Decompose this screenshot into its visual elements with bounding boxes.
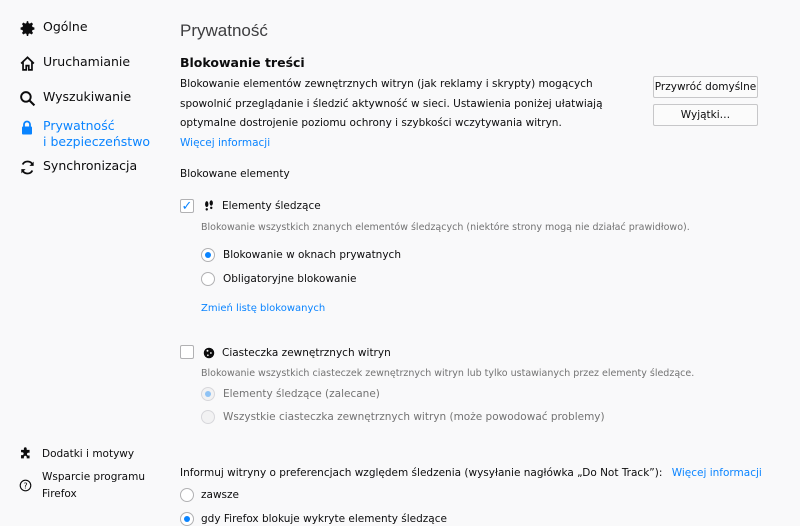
cookie-icon [202,346,216,360]
dnt-label: Informuj witryny o preferencjach względe… [180,467,663,479]
change-blocklist-link[interactable]: Zmień listę blokowanych [201,303,325,314]
sidebar-item-home[interactable]: Uruchamianie [18,54,130,72]
lock-icon [18,118,36,136]
check-icon: ✓ [181,198,193,214]
cookies-row: Ciasteczka zewnętrznych witryn [202,346,391,360]
search-icon [18,89,36,107]
sidebar-item-label: Wyszukiwanie [43,89,132,104]
radio-dnt-when-blocking[interactable] [180,512,194,526]
sidebar-item-label: Dodatki i motywy [42,448,135,460]
trackers-checkbox[interactable]: ✓ [180,199,194,213]
radio-cookies-trackers[interactable] [201,387,215,401]
page-title: Prywatność [180,21,268,40]
cookies-label: Ciasteczka zewnętrznych witryn [222,347,391,359]
radio-cookies-all-label: Wszystkie ciasteczka zewnętrznych witryn… [223,411,605,423]
dnt-row: Informuj witryny o preferencjach względe… [180,467,762,479]
puzzle-icon [18,446,32,460]
radio-block-always[interactable] [201,272,215,286]
svg-text:?: ? [23,480,27,490]
help-icon: ? [18,478,32,492]
sidebar-item-privacy[interactable]: Prywatność i bezpieczeństwo [18,118,150,150]
dnt-more-info-link[interactable]: Więcej informacji [672,467,762,479]
sidebar-item-label: Wsparcie programu [42,471,146,483]
radio-block-always-label: Obligatoryjne blokowanie [223,273,357,285]
sidebar-item-support[interactable]: ? Wsparcie programu Firefox [18,469,145,503]
sidebar: Ogólne Uruchamianie Wyszukiwanie Prywatn… [0,0,160,526]
sidebar-item-label-line2: i bezpieczeństwo [43,134,151,149]
sidebar-item-search[interactable]: Wyszukiwanie [18,89,131,107]
section-title: Blokowanie treści [180,55,305,70]
trackers-label: Elementy śledzące [222,200,321,212]
radio-block-private[interactable] [201,248,215,262]
sidebar-item-label: Ogólne [43,19,88,34]
radio-cookies-all[interactable] [201,410,215,424]
gear-icon [18,19,36,37]
restore-defaults-button[interactable]: Przywróć domyślne [653,76,758,98]
exceptions-button[interactable]: Wyjątki… [653,104,758,126]
home-icon [18,54,36,72]
cookies-hint: Blokowanie wszystkich ciasteczek zewnętr… [201,368,695,379]
trackers-hint: Blokowanie wszystkich znanych elementów … [201,222,690,233]
footprints-icon [202,199,216,213]
radio-dnt-always[interactable] [180,488,194,502]
sync-icon [18,158,36,176]
section-description: Blokowanie elementów zewnętrznych witryn… [180,78,603,129]
cookies-checkbox[interactable] [180,345,194,359]
trackers-row: Elementy śledzące [202,199,321,213]
sidebar-item-sync[interactable]: Synchronizacja [18,158,137,176]
sidebar-item-label-line2: Firefox [42,488,77,500]
radio-dnt-always-label: zawsze [201,489,239,501]
more-info-link[interactable]: Więcej informacji [180,137,270,149]
sidebar-item-label: Synchronizacja [43,158,138,173]
radio-dnt-when-blocking-label: gdy Firefox blokuje wykryte elementy śle… [201,513,447,525]
sidebar-item-addons[interactable]: Dodatki i motywy [18,446,134,462]
blocked-elements-heading: Blokowane elementy [180,168,290,180]
radio-block-private-label: Blokowanie w oknach prywatnych [223,249,401,261]
sidebar-item-label: Uruchamianie [43,54,131,69]
radio-cookies-trackers-label: Elementy śledzące (zalecane) [223,388,380,400]
sidebar-item-general[interactable]: Ogólne [18,19,88,37]
sidebar-item-label: Prywatność [43,118,115,133]
